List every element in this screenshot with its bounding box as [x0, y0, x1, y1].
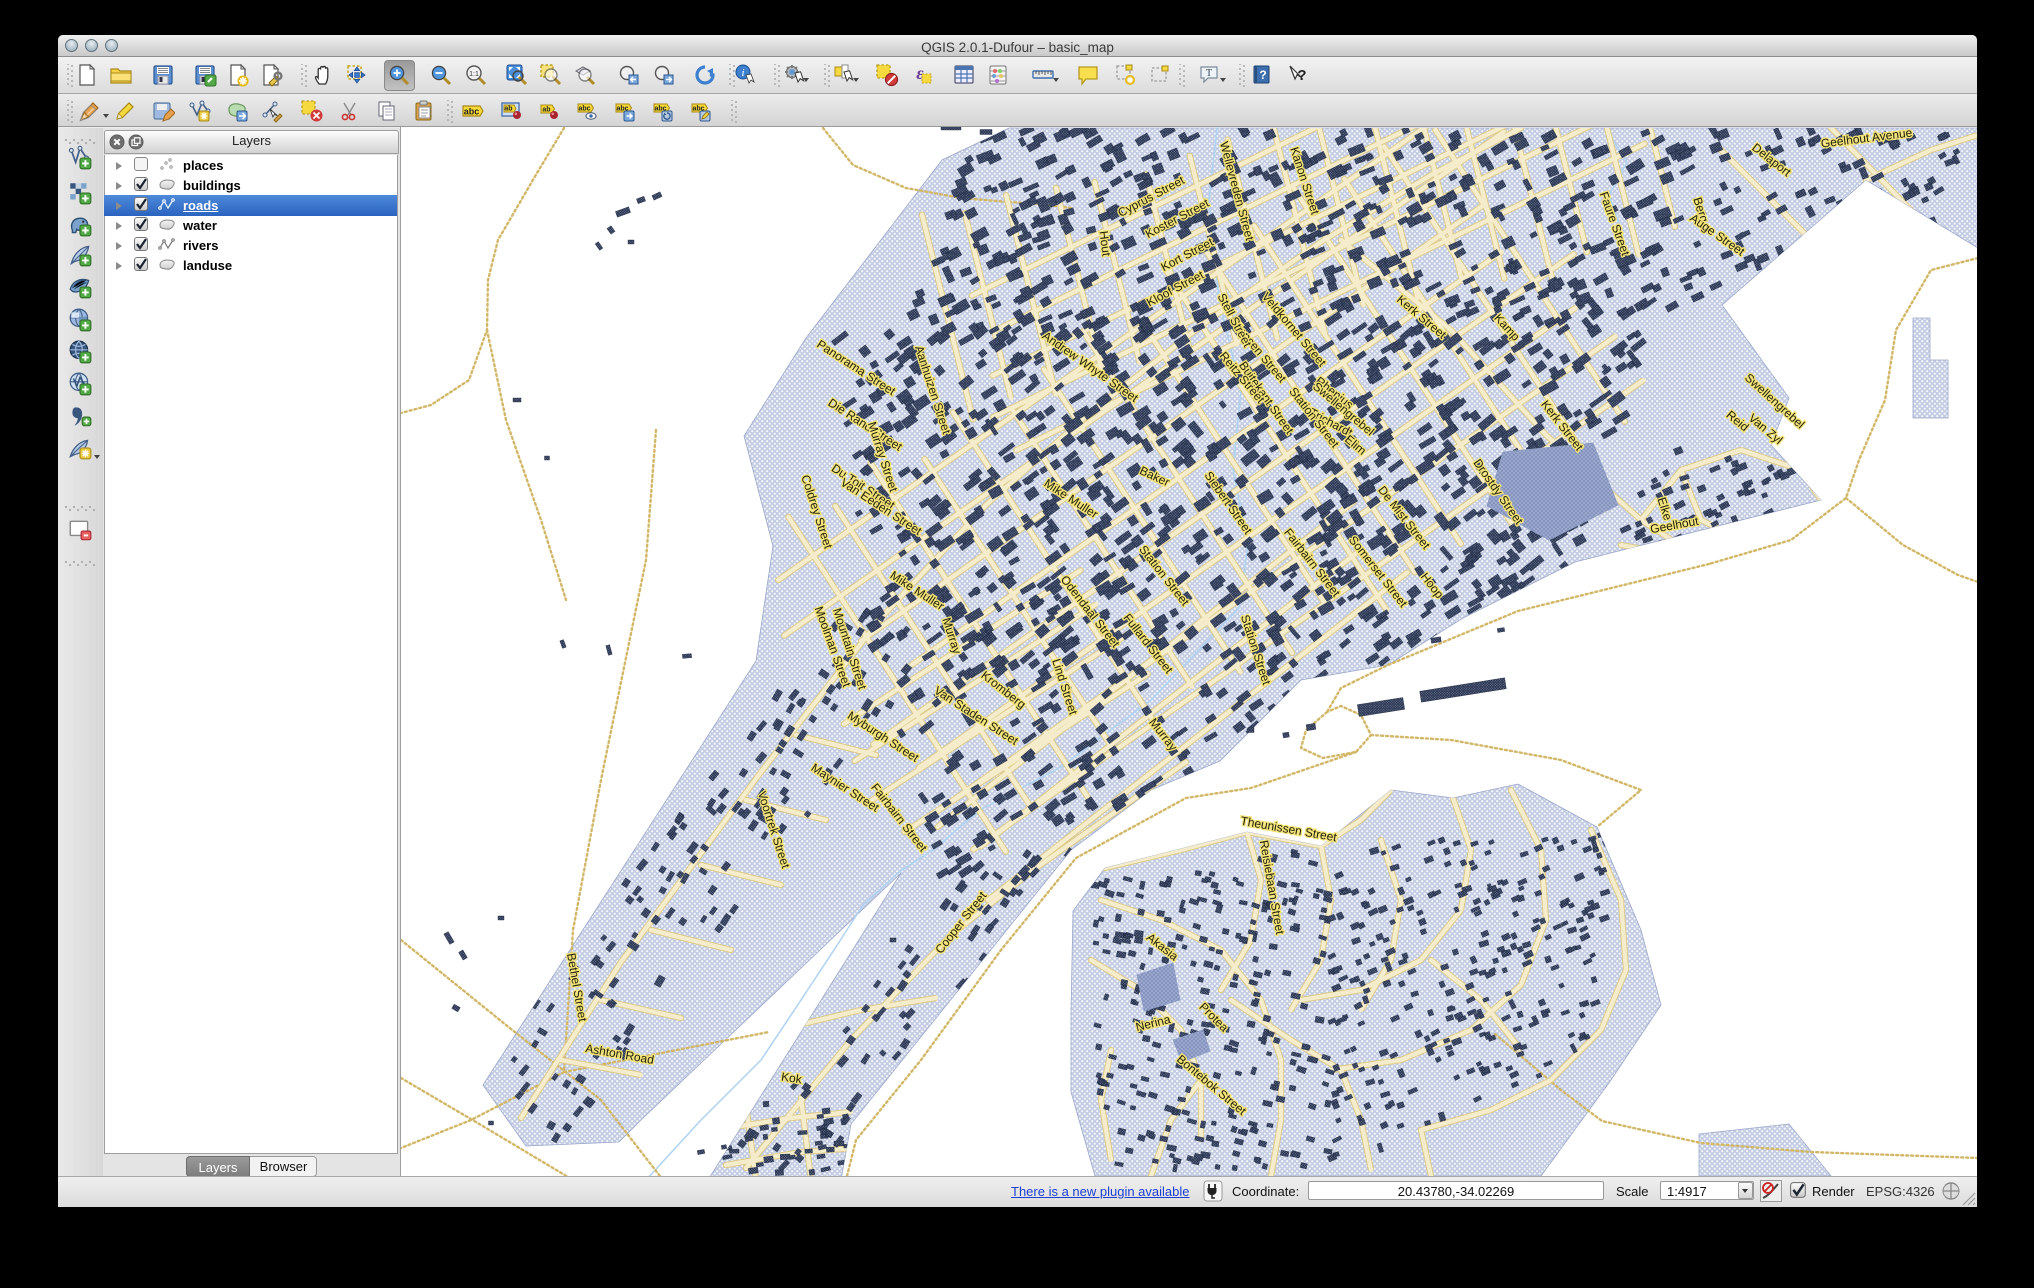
svg-text:Kok: Kok: [780, 1070, 803, 1087]
svg-text:1:1: 1:1: [469, 71, 479, 78]
svg-text:T: T: [1206, 68, 1212, 79]
svg-text:ab: ab: [504, 106, 512, 113]
svg-text:i: i: [741, 67, 744, 79]
svg-text:?: ?: [1297, 67, 1306, 84]
svg-text:abc: abc: [464, 107, 480, 117]
svg-text:abc: abc: [578, 106, 590, 113]
svg-text:?: ?: [1259, 68, 1266, 82]
svg-text:ab: ab: [542, 107, 550, 114]
